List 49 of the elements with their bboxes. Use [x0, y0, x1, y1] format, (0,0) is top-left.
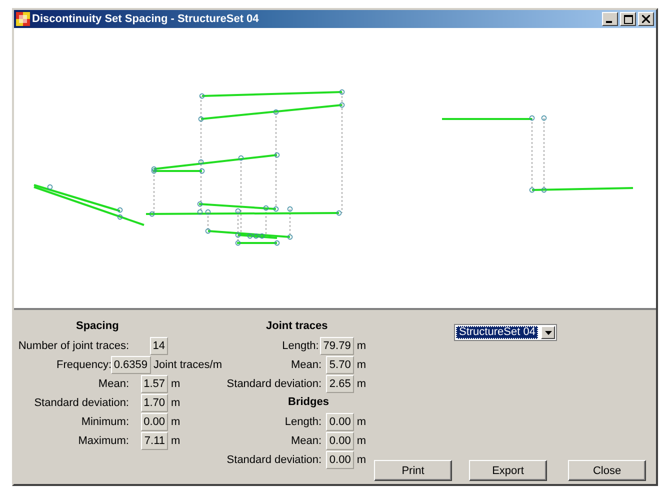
field-label: Mean: [290, 358, 323, 370]
unit-label: m [170, 396, 180, 408]
value-field: 2.65 [326, 374, 354, 392]
field-label: Mean: [290, 434, 323, 446]
field-label: Length: [281, 340, 320, 352]
section-heading: Spacing [76, 319, 119, 334]
value-field: 7.11 [141, 432, 168, 450]
value-field: 0.00 [140, 412, 168, 430]
value-field: 1.57 [140, 374, 168, 392]
unit-label: m [356, 378, 366, 390]
unit-label: m [170, 416, 180, 428]
field-label: Frequency: [56, 358, 113, 370]
section-heading: Joint traces [266, 319, 328, 334]
maximize-button[interactable] [620, 12, 636, 26]
unit-label: Joint traces/m [152, 358, 222, 370]
field-label: Mean: [97, 378, 130, 390]
unit-label: m [356, 416, 366, 428]
unit-label: m [356, 454, 366, 466]
value-field: 0.00 [326, 432, 354, 450]
value-field: 0.00 [326, 450, 354, 468]
unit-label: m [356, 358, 366, 370]
field-label: Standard deviation: [226, 454, 323, 466]
maximize-icon [624, 14, 632, 24]
value-field: 0.6359 [110, 356, 151, 374]
value-field: 14 [150, 336, 168, 354]
close-icon [642, 15, 650, 23]
minimize-button[interactable] [602, 12, 618, 26]
section-heading: Bridges [288, 395, 329, 410]
field-label: Minimum: [80, 416, 130, 428]
app-icon [16, 12, 30, 26]
value-field: 5.70 [326, 356, 354, 374]
field-label: Maximum: [77, 434, 130, 446]
close-dialog-button[interactable]: Close [568, 460, 646, 481]
value-field: 0.00 [326, 412, 354, 430]
window-title: Discontinuity Set Spacing - StructureSet 04 [32, 13, 260, 25]
close-button[interactable] [638, 12, 654, 26]
unit-label: m [170, 378, 180, 390]
print-button[interactable]: Print [374, 460, 452, 481]
field-label: Length: [284, 416, 323, 428]
export-button[interactable]: Export [469, 460, 547, 481]
unit-label: m [170, 434, 180, 446]
field-label: Standard deviation: [33, 396, 130, 408]
field-label: Standard deviation: [226, 378, 323, 390]
field-label: Number of joint traces: [17, 340, 130, 352]
unit-label: m [356, 340, 366, 352]
structure-set-dropdown[interactable]: StructureSet 04 [454, 324, 558, 341]
value-field: 1.70 [140, 394, 168, 412]
value-field: 79.79 [320, 336, 354, 354]
unit-label: m [356, 434, 366, 446]
